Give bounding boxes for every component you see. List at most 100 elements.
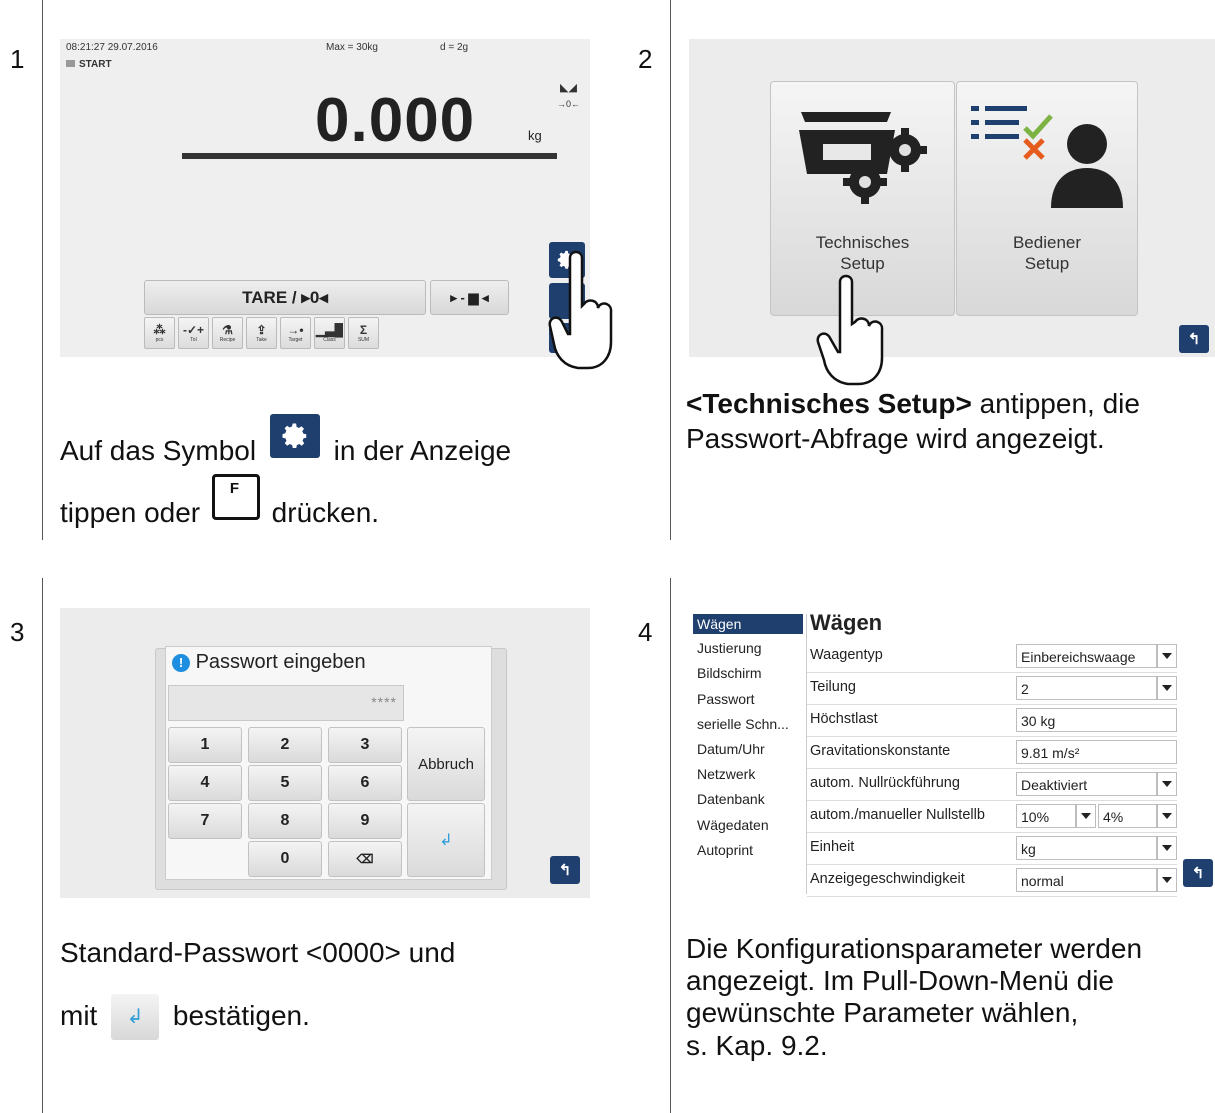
menu-item[interactable]: Bildschirm	[697, 661, 762, 686]
function-label: Take	[256, 336, 267, 343]
parameter-label: Höchstlast	[810, 711, 878, 727]
division-text: d = 2g	[440, 42, 469, 53]
keypad-key[interactable]: 3	[328, 727, 402, 763]
f-key-label: F	[229, 480, 240, 497]
function-label: SUM	[357, 336, 370, 343]
keypad-key[interactable]: 8	[248, 803, 322, 839]
menu-item[interactable]: Wägen	[697, 614, 741, 634]
abort-button[interactable]: Abbruch	[407, 727, 485, 801]
back-button[interactable]: ↰	[550, 856, 580, 884]
backspace-button[interactable]: ⌫	[328, 841, 402, 877]
technical-setup-label-1: Technisches	[815, 233, 910, 252]
operator-setup-tile[interactable]: Bediener Setup	[956, 81, 1138, 316]
function-label: pcs	[155, 336, 164, 343]
step4-text-line3: gewünschte Parameter wählen,	[686, 997, 1079, 1029]
hand-pointer-icon	[548, 250, 613, 370]
gear-key-icon	[269, 414, 320, 458]
function-icon: -✓+	[182, 322, 205, 337]
back-button[interactable]: ↰	[1179, 325, 1209, 353]
settings-screen: Wägen ↰ Wägen Justierung Bildschirm Passwor…	[689, 608, 1215, 898]
step4-text-line2: angezeigt. Im Pull-Down-Menü die	[686, 965, 1114, 997]
row-divider	[807, 896, 1177, 897]
parameter-select[interactable]: 2	[1016, 676, 1157, 700]
dropdown-arrow-icon[interactable]	[1157, 804, 1177, 828]
password-input[interactable]: ****	[168, 685, 404, 721]
back-arrow-icon: ↰	[1191, 865, 1205, 882]
parameter-input[interactable]: 9.81 m/s²	[1016, 740, 1177, 764]
keypad-key[interactable]: 4	[168, 765, 242, 801]
dropdown-arrow-icon[interactable]	[1157, 772, 1177, 796]
separator-line	[42, 578, 43, 1113]
function-button[interactable]: ▁▃█ Class	[314, 317, 345, 349]
step1-description-line2: tippen oder F drücken.	[60, 474, 660, 530]
separator-line	[670, 0, 671, 540]
row-divider	[807, 864, 1177, 865]
row-divider	[807, 704, 1177, 705]
keypad-key[interactable]: 5	[248, 765, 322, 801]
function-button[interactable]: ⇪ Take	[246, 317, 277, 349]
step-number-3: 3	[10, 617, 25, 647]
step1-text-c: tippen oder	[60, 497, 201, 528]
menu-item[interactable]: Passwort	[697, 687, 755, 712]
dropdown-arrow-icon[interactable]	[1157, 836, 1177, 860]
tare-button[interactable]: TARE / ▸0◂	[144, 280, 426, 315]
keypad-key[interactable]: 1	[168, 727, 242, 763]
password-mask: ****	[371, 694, 397, 710]
step4-text-line1: Die Konfigurationsparameter werden	[686, 933, 1143, 964]
password-dialog: ! Passwort eingeben **** Abbruch ↲ 123 45…	[165, 646, 492, 880]
keypad-key[interactable]: 7	[168, 803, 242, 839]
step1-text-b: in der Anzeige	[333, 435, 512, 466]
menu-item[interactable]: Datenbank	[697, 787, 765, 812]
enter-button[interactable]: ↲	[407, 803, 485, 877]
menu-item[interactable]: Autoprint	[697, 838, 753, 863]
step3-description: Standard-Passwort <0000> und	[60, 935, 660, 970]
menu-item[interactable]: Justierung	[697, 636, 762, 661]
step3-text-line1: Standard-Passwort <0000> und	[60, 937, 456, 968]
parameter-select[interactable]: Deaktiviert	[1016, 772, 1157, 796]
function-button[interactable]: ⁂ pcs	[144, 317, 175, 349]
weighing-screen: 08:21:27 29.07.2016 Max = 30kg d = 2g ST…	[60, 39, 590, 357]
parameter-input[interactable]: 30 kg	[1016, 708, 1177, 732]
operator-setup-label-2: Setup	[1024, 254, 1070, 273]
dropdown-arrow-icon[interactable]	[1157, 676, 1177, 700]
menu-divider	[806, 614, 807, 894]
step3-text-b: bestätigen.	[172, 1000, 310, 1031]
dropdown-arrow-icon[interactable]	[1157, 644, 1177, 668]
function-button[interactable]: Σ SUM	[348, 317, 379, 349]
step4-description: Die Konfigurationsparameter werden angez…	[686, 933, 1215, 1062]
menu-item[interactable]: Wägedaten	[697, 813, 769, 838]
keypad-key[interactable]: 0	[248, 841, 322, 877]
parameter-select[interactable]: 4%	[1098, 804, 1157, 828]
dropdown-arrow-icon[interactable]	[1076, 804, 1096, 828]
dropdown-arrow-icon[interactable]	[1157, 868, 1177, 892]
function-button[interactable]: -✓+ Tol	[178, 317, 209, 349]
parameter-select[interactable]: kg	[1016, 836, 1157, 860]
parameter-select[interactable]: Einbereichswaage	[1016, 644, 1157, 668]
function-button[interactable]: →• Target	[280, 317, 311, 349]
keypad-key[interactable]: 2	[248, 727, 322, 763]
zero-button[interactable]: ▸ - ▆ ◂	[430, 280, 509, 315]
menu-item[interactable]: Netzwerk	[697, 762, 755, 787]
step1-description: Auf das Symbol in der Anzeige	[60, 414, 660, 468]
back-arrow-icon: ↰	[558, 862, 572, 879]
user-checklist-icon	[971, 106, 1123, 208]
back-button[interactable]: ↰	[1183, 859, 1213, 887]
step-number-1: 1	[10, 44, 25, 74]
step2-text-line2: Passwort-Abfrage wird angezeigt.	[686, 423, 1105, 454]
keypad-key[interactable]: 6	[328, 765, 402, 801]
step3-text-a: mit	[60, 1000, 98, 1031]
weight-bar	[182, 153, 557, 159]
info-icon: !	[172, 654, 190, 672]
weight-unit: kg	[528, 128, 542, 143]
parameter-select[interactable]: 10%	[1016, 804, 1076, 828]
step3-description-line2: mit ↲ bestätigen.	[60, 994, 660, 1048]
menu-item[interactable]: serielle Schn...	[697, 712, 789, 737]
menu-item[interactable]: Datum/Uhr	[697, 737, 765, 762]
parameter-select[interactable]: normal	[1016, 868, 1157, 892]
enter-icon: ↲	[439, 832, 453, 849]
keypad-key[interactable]: 9	[328, 803, 402, 839]
technical-setup-label-2: Setup	[840, 254, 885, 273]
function-button[interactable]: ⚗ Recipe	[212, 317, 243, 349]
stability-icon: ◣◢	[560, 82, 577, 94]
backspace-icon: ⌫	[356, 852, 374, 866]
